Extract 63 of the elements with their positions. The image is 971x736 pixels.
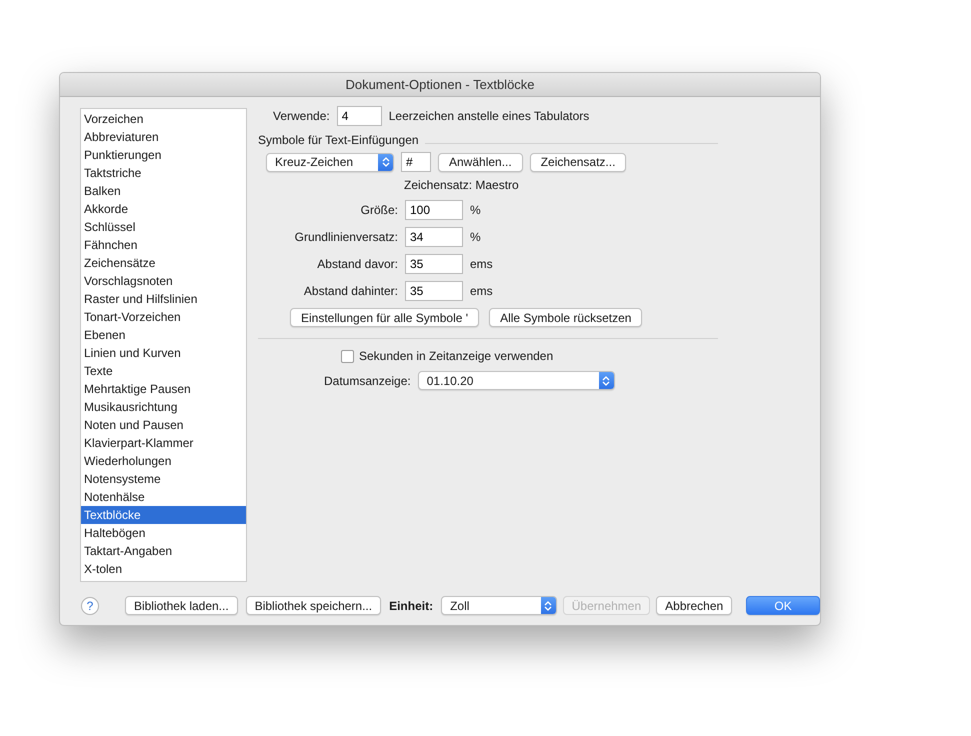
font-info-text: Zeichensatz: Maestro — [404, 178, 519, 192]
category-item[interactable]: Wiederholungen — [81, 452, 246, 470]
category-item[interactable]: Taktart-Angaben — [81, 542, 246, 560]
input-field[interactable]: 100 — [405, 200, 463, 220]
input-field[interactable]: 4 — [336, 106, 382, 126]
category-item[interactable]: Textblöcke — [81, 506, 246, 524]
push-button[interactable]: Abbrechen — [656, 596, 732, 615]
section-heading: Symbole für Text-Einfügungen — [258, 133, 419, 147]
help-button[interactable]: ? — [81, 596, 99, 614]
push-button[interactable]: Bibliothek speichern... — [246, 596, 382, 615]
field-label: Abstand davor: — [316, 257, 398, 271]
stepper-icon — [602, 374, 610, 386]
category-item[interactable]: Notenhälse — [81, 488, 246, 506]
category-item[interactable]: X-tolen — [81, 560, 246, 578]
push-button[interactable]: Zeichensatz... — [530, 152, 626, 172]
category-item[interactable]: Notensysteme — [81, 470, 246, 488]
category-item[interactable]: Vorzeichen — [81, 110, 246, 128]
input-field[interactable]: 35 — [405, 281, 463, 301]
category-item[interactable]: Balken — [81, 182, 246, 200]
unit-dropdown[interactable]: Zoll — [441, 596, 557, 615]
category-item[interactable]: Mehrtaktige Pausen — [81, 380, 246, 398]
category-item[interactable]: Noten und Pausen — [81, 416, 246, 434]
category-item[interactable]: Fähnchen — [81, 236, 246, 254]
window-title: Dokument-Optionen - Textblöcke — [345, 77, 535, 92]
unit-label: % — [470, 203, 482, 217]
unit-label: ems — [470, 257, 494, 271]
input-field[interactable]: # — [401, 152, 431, 172]
field-label: Leerzeichen anstelle eines Tabulators — [388, 109, 590, 123]
checkbox-label: Sekunden in Zeitanzeige verwenden — [359, 349, 554, 363]
category-item[interactable]: Texte — [81, 362, 246, 380]
symbol-dropdown[interactable]: Kreuz-Zeichen — [266, 152, 394, 172]
field-label: Verwende: — [273, 109, 330, 123]
push-button[interactable]: Alle Symbole rücksetzen — [489, 308, 642, 327]
field-label: Datumsanzeige: — [324, 374, 411, 388]
category-item[interactable]: Ebenen — [81, 326, 246, 344]
category-item[interactable]: Zeichensätze — [81, 254, 246, 272]
push-button[interactable]: Einstellungen für alle Symbole ' — [290, 308, 480, 327]
category-item[interactable]: Klavierpart-Klammer — [81, 434, 246, 452]
stepper-icon — [382, 156, 390, 168]
category-item[interactable]: Akkorde — [81, 200, 246, 218]
checkbox[interactable] — [341, 350, 354, 362]
field-label: Einheit: — [389, 598, 434, 612]
category-item[interactable]: Haltebögen — [81, 524, 246, 542]
field-label: Abstand dahinter: — [302, 284, 398, 298]
push-button[interactable]: Bibliothek laden... — [124, 596, 238, 615]
category-item[interactable]: Schlüssel — [81, 218, 246, 236]
category-item[interactable]: Tonart-Vorzeichen — [81, 308, 246, 326]
category-item[interactable]: Vorschlagsnoten — [81, 272, 246, 290]
unit-label: ems — [470, 284, 494, 298]
category-item[interactable]: Taktstriche — [81, 164, 246, 182]
field-label: Grundlinienversatz: — [294, 230, 398, 244]
unit-label: % — [470, 230, 482, 244]
category-item[interactable]: Punktierungen — [81, 146, 246, 164]
date-format-dropdown[interactable]: 01.10.20 — [418, 371, 615, 390]
category-item[interactable]: Musikausrichtung — [81, 398, 246, 416]
category-item[interactable]: Abbreviaturen — [81, 128, 246, 146]
category-item[interactable]: Raster und Hilfslinien — [81, 290, 246, 308]
category-item[interactable]: Linien und Kurven — [81, 344, 246, 362]
input-field[interactable]: 35 — [405, 254, 463, 274]
push-button[interactable]: Anwählen... — [438, 152, 523, 172]
input-field[interactable]: 34 — [405, 227, 463, 247]
field-label: Größe: — [360, 203, 398, 217]
stepper-icon — [544, 600, 552, 612]
